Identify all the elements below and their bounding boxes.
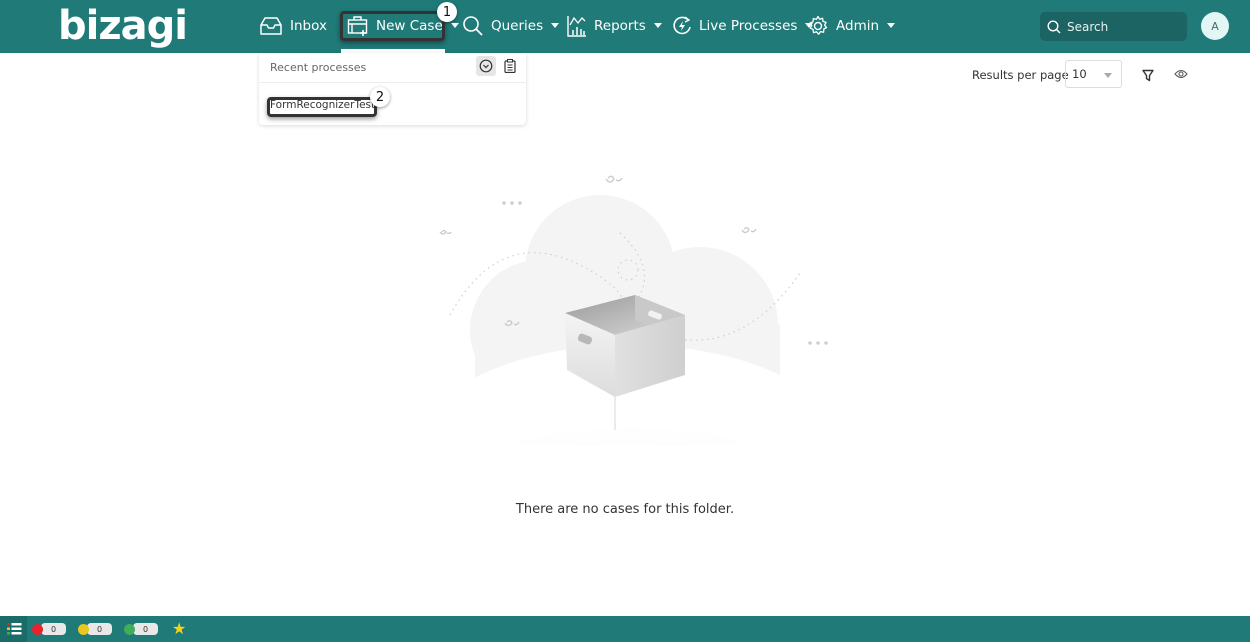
filter-button[interactable]	[1138, 65, 1158, 85]
on-time-counter[interactable]: 0	[124, 622, 158, 636]
chevron-down-icon	[450, 22, 459, 28]
search-input[interactable]	[1067, 19, 1177, 34]
annotation-highlight-1	[340, 11, 445, 41]
search-icon	[463, 16, 483, 36]
clipboard-icon	[504, 59, 516, 73]
bizagi-logo[interactable]: bizagi	[58, 4, 188, 48]
empty-state-message: There are no cases for this folder.	[515, 502, 735, 517]
annotation-badge-1: 1	[437, 2, 457, 22]
nav-inbox-label: Inbox	[290, 18, 327, 34]
results-per-page-label: Results per page	[972, 68, 1069, 82]
dropdown-header: Recent processes	[259, 53, 526, 83]
task-list-icon	[6, 623, 21, 635]
nav-reports-label: Reports	[594, 18, 646, 34]
bottom-status-bar: 0 0 0 ★	[0, 616, 1250, 642]
reports-icon	[567, 16, 586, 37]
annotation-highlight-2	[267, 97, 377, 117]
view-options-button[interactable]	[1171, 64, 1191, 84]
results-per-page-select[interactable]: 10	[1065, 60, 1122, 88]
overdue-counter[interactable]: 0	[32, 622, 66, 636]
nav-admin-label: Admin	[836, 18, 880, 34]
empty-box-illustration	[420, 175, 840, 445]
all-processes-button[interactable]	[500, 56, 520, 76]
chevron-down-icon	[887, 22, 896, 28]
on-time-count: 0	[133, 623, 158, 635]
nav-inbox[interactable]: Inbox	[259, 12, 327, 40]
recent-processes-title: Recent processes	[270, 61, 367, 74]
chevron-down-icon	[551, 22, 560, 28]
search-icon	[1047, 19, 1061, 34]
annotation-badge-2: 2	[370, 87, 390, 107]
overdue-count: 0	[41, 623, 66, 635]
nav-queries[interactable]: Queries	[462, 12, 560, 40]
search-box[interactable]	[1040, 12, 1187, 41]
nav-reports[interactable]: Reports	[567, 12, 662, 40]
yellow-status-dot	[78, 623, 89, 635]
clock-chevron-icon	[479, 59, 493, 73]
recent-processes-toggle[interactable]	[476, 56, 496, 76]
nav-admin[interactable]: Admin	[807, 12, 896, 40]
nav-queries-label: Queries	[491, 18, 544, 34]
gear-icon	[809, 15, 828, 35]
eye-icon	[1174, 69, 1188, 79]
nav-live-processes-label: Live Processes	[699, 18, 798, 34]
at-risk-counter[interactable]: 0	[78, 622, 112, 636]
chevron-down-icon	[1104, 73, 1112, 78]
results-per-page-value: 10	[1072, 67, 1087, 81]
inbox-icon	[260, 17, 282, 35]
favorites-star-icon[interactable]: ★	[172, 620, 186, 638]
filter-icon	[1142, 69, 1154, 81]
chevron-down-icon	[653, 22, 662, 28]
green-status-dot	[124, 623, 135, 635]
task-list-button[interactable]	[0, 616, 27, 642]
red-status-dot	[32, 623, 43, 635]
live-processes-icon	[673, 16, 691, 35]
at-risk-count: 0	[87, 623, 112, 635]
top-navigation-bar: bizagi Inbox New Case 1 Queries Reports …	[0, 0, 1250, 53]
user-avatar[interactable]: A	[1201, 12, 1229, 40]
nav-live-processes[interactable]: Live Processes	[672, 12, 814, 40]
